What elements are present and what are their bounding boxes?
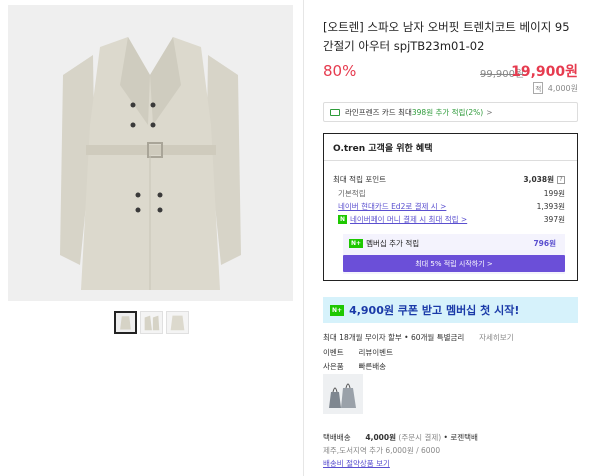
benefit-link[interactable]: 네이버페이 머니 결제 시 최대 적립 > bbox=[350, 214, 467, 225]
benefit-label: 최대 적립 포인트 bbox=[333, 175, 387, 184]
benefit-link[interactable]: 네이버 현대카드 Ed2로 결제 시 > bbox=[333, 201, 446, 212]
naver-pay-icon: N bbox=[338, 215, 347, 224]
naver-plus-icon: N+ bbox=[349, 239, 364, 248]
gift-image[interactable] bbox=[323, 374, 363, 414]
installment-text: 최대 18개월 무이자 할부 • 60개월 특별금리 bbox=[323, 333, 465, 342]
gift-info: 사은품 빠른배송 bbox=[323, 361, 386, 372]
shipping-saving-link[interactable]: 배송비 절약상품 보기 bbox=[323, 458, 390, 469]
membership-box: N+ 멤버십 추가 적립 796원 최대 5% 적립 시작하기 > bbox=[343, 234, 565, 274]
benefit-value: 397원 bbox=[543, 215, 565, 224]
column-divider bbox=[303, 0, 304, 476]
benefit-value: 3,038원 bbox=[523, 175, 554, 184]
sale-price: 19,900원 bbox=[511, 64, 578, 80]
jeju-shipping-info: 제주,도서지역 추가 6,000원 / 6000 bbox=[323, 446, 441, 455]
shipping-saving-link-text[interactable]: 배송비 절약상품 보기 bbox=[323, 459, 390, 468]
thumbnail-list bbox=[114, 311, 189, 334]
card-benefit-highlight: 398원 추가 적립(2%) bbox=[411, 107, 484, 117]
installment-info: 최대 18개월 무이자 할부 • 60개월 특별금리 자세히보기 bbox=[323, 332, 514, 343]
thumbnail-1[interactable] bbox=[114, 311, 137, 334]
shipping-note: (주문시 결제) bbox=[398, 433, 442, 442]
shipping-carrier: • 로젠택배 bbox=[443, 433, 478, 442]
discount-rate: 80% bbox=[323, 62, 357, 80]
benefit-value: 1,393원 bbox=[536, 202, 565, 211]
gift-label: 사은품 bbox=[323, 362, 344, 371]
benefit-header: O.tren 고객을 위한 혜택 bbox=[324, 134, 577, 161]
chevron-right-icon: > bbox=[486, 107, 493, 117]
card-benefit-banner[interactable]: 라인프렌즈 카드 최대 398원 추가 적립(2%) > bbox=[323, 102, 578, 122]
event-info: 이벤트 리뷰이벤트 bbox=[323, 347, 393, 358]
product-title: [오트렌] 스파오 남자 오버핏 트렌치코트 베이지 95 간절기 아우터 sp… bbox=[323, 20, 570, 53]
card-benefit-prefix: 라인프렌즈 카드 최대 bbox=[345, 107, 412, 117]
help-icon[interactable]: ? bbox=[557, 175, 565, 184]
points-info: 적 4,000원 bbox=[533, 82, 578, 94]
benefit-row-npay[interactable]: N 네이버페이 머니 결제 시 최대 적립 > 397원 bbox=[333, 214, 565, 225]
membership-row: N+ 멤버십 추가 적립 796원 bbox=[349, 238, 556, 249]
membership-label: 멤버십 추가 적립 bbox=[366, 239, 420, 248]
shipping-info: 택배배송 4,000원 (주문시 결제) • 로젠택배 bbox=[323, 432, 478, 443]
event-value: 리뷰이벤트 bbox=[358, 348, 393, 357]
start-membership-button[interactable]: 최대 5% 적립 시작하기 > bbox=[343, 255, 565, 272]
product-main-image[interactable] bbox=[8, 5, 293, 301]
coupon-banner[interactable]: N+ 4,900원 쿠폰 받고 멤버십 첫 시작! bbox=[323, 297, 578, 323]
gift-value: 빠른배송 bbox=[358, 362, 387, 371]
thumbnail-3[interactable] bbox=[166, 311, 189, 334]
benefit-label: 기본적립 bbox=[338, 189, 366, 198]
thumbnail-2[interactable] bbox=[140, 311, 163, 334]
shipping-label: 택배배송 bbox=[323, 433, 351, 442]
coupon-text: 4,900원 쿠폰 받고 멤버십 첫 시작! bbox=[349, 304, 520, 317]
points-value: 4,000원 bbox=[547, 84, 578, 93]
membership-value: 796원 bbox=[533, 239, 556, 248]
naver-plus-icon: N+ bbox=[330, 304, 345, 316]
benefit-row-basic: 기본적립 199원 bbox=[333, 188, 565, 199]
shipping-fee: 4,000원 bbox=[365, 433, 397, 442]
points-badge: 적 bbox=[533, 82, 544, 94]
event-label: 이벤트 bbox=[323, 348, 344, 357]
installment-detail-link[interactable]: 자세히보기 bbox=[479, 333, 514, 342]
credit-card-icon bbox=[330, 108, 340, 116]
benefit-row-max-points: 최대 적립 포인트 3,038원 ? bbox=[333, 174, 565, 185]
benefit-row-card[interactable]: 네이버 현대카드 Ed2로 결제 시 > 1,393원 bbox=[333, 201, 565, 212]
benefit-value: 199원 bbox=[543, 189, 565, 198]
